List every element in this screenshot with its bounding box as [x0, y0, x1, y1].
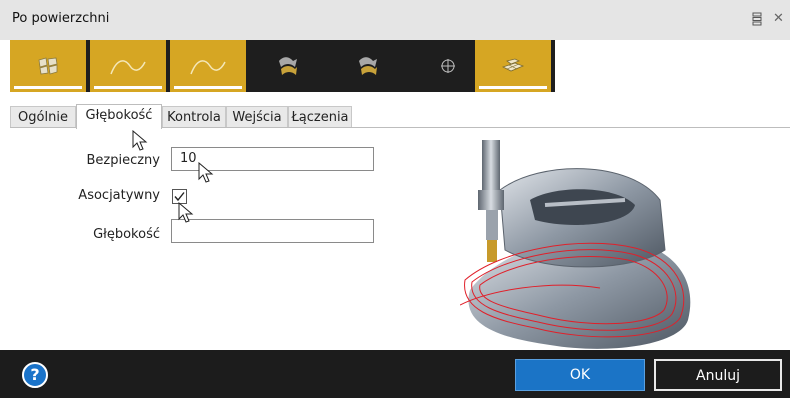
stacked-surfaces-icon — [279, 57, 297, 75]
cancel-button[interactable]: Anuluj — [654, 359, 782, 391]
mouse-cursor-icon — [132, 130, 148, 151]
crosshair-icon — [441, 59, 455, 73]
options-menu-icon[interactable] — [752, 12, 762, 26]
safe-label: Bezpieczny — [86, 153, 160, 168]
tool-stacked-surfaces-2[interactable] — [330, 40, 406, 92]
tool-grid-plane[interactable] — [475, 40, 551, 92]
mouse-cursor-icon — [198, 162, 214, 183]
dialog-footer: ? OK Anuluj — [0, 350, 790, 398]
tab-control[interactable]: Kontrola — [162, 106, 226, 128]
tool-curve-2[interactable] — [170, 40, 246, 92]
title-bar: Po powierzchni ✕ — [0, 0, 790, 40]
machining-illustration — [460, 140, 691, 349]
curve-icon — [110, 60, 146, 75]
associative-label: Asocjatywny — [78, 188, 160, 203]
tab-depth[interactable]: Głębokość — [76, 104, 162, 129]
strategy-toolbar — [10, 40, 555, 92]
depth-label: Głębokość — [93, 227, 160, 242]
mouse-cursor-icon — [178, 202, 194, 223]
stacked-surfaces-icon — [359, 57, 377, 75]
grid-plane-icon — [501, 58, 525, 72]
tab-links[interactable]: Łączenia — [288, 106, 352, 128]
ok-button[interactable]: OK — [515, 359, 645, 391]
depth-input[interactable] — [171, 219, 374, 243]
curve-icon — [190, 60, 226, 75]
tool-stacked-surfaces-1[interactable] — [250, 40, 326, 92]
tool-curve-1[interactable] — [90, 40, 166, 92]
close-icon[interactable]: ✕ — [773, 11, 784, 26]
tab-general[interactable]: Ogólnie — [10, 106, 76, 128]
help-icon[interactable]: ? — [22, 362, 48, 388]
tab-entries[interactable]: Wejścia — [226, 106, 288, 128]
window-title: Po powierzchni — [12, 11, 110, 26]
tool-surfaces[interactable] — [10, 40, 86, 92]
surfaces-icon — [38, 57, 58, 75]
